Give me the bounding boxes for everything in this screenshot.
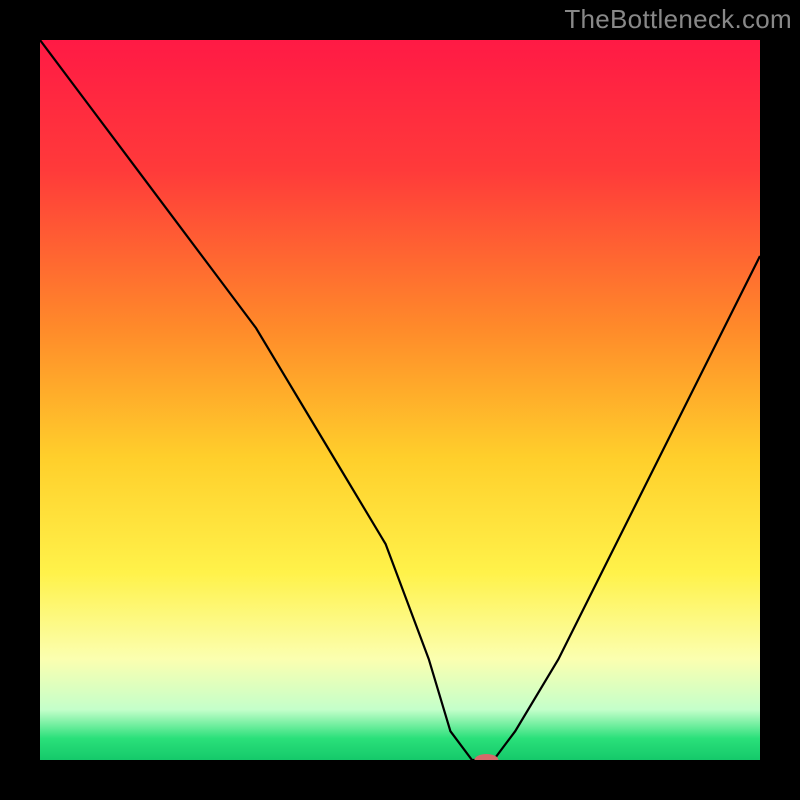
watermark-label: TheBottleneck.com <box>564 4 792 35</box>
chart-frame: TheBottleneck.com <box>0 0 800 800</box>
plot-background <box>40 40 760 760</box>
bottleneck-chart <box>40 40 760 760</box>
